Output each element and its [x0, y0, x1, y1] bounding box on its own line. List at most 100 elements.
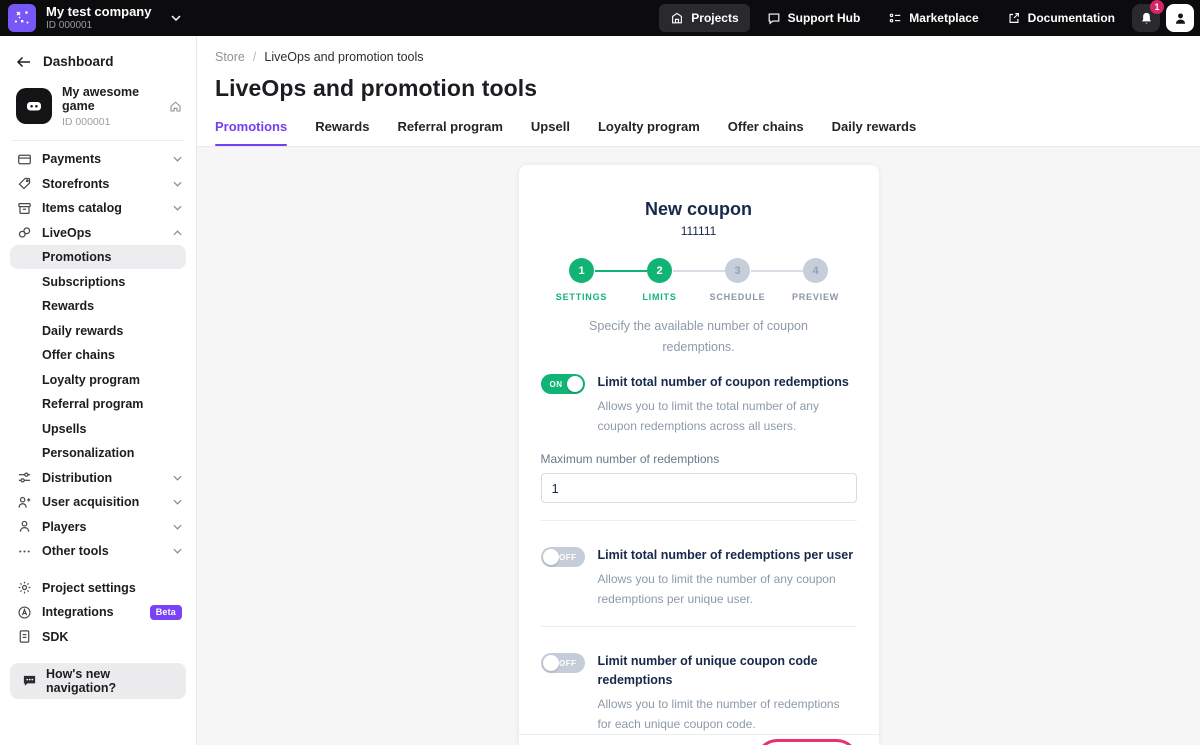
chevron-down-icon	[173, 499, 182, 505]
sidebar-item-integrations[interactable]: Integrations Beta	[0, 600, 196, 625]
sidebar-subitem-label: Promotions	[42, 250, 111, 264]
step-label: LIMITS	[642, 292, 676, 302]
chevron-down-icon	[173, 548, 182, 554]
section-divider	[541, 520, 857, 521]
ellipsis-icon	[16, 544, 32, 559]
tab-offer-chains[interactable]: Offer chains	[728, 119, 804, 146]
sidebar-item-label: Storefronts	[42, 177, 163, 191]
sidebar-item-label: User acquisition	[42, 495, 163, 509]
sidebar-item-label: LiveOps	[42, 226, 163, 240]
breadcrumb: Store / LiveOps and promotion tools	[215, 50, 1200, 64]
project-card[interactable]: My awesome game ID 000001	[0, 79, 196, 138]
tab-loyalty-program[interactable]: Loyalty program	[598, 119, 700, 146]
breadcrumb-store[interactable]: Store	[215, 50, 245, 64]
whats-new-navigation-button[interactable]: How's new navigation?	[10, 663, 186, 699]
sidebar-item-sdk[interactable]: SDK	[0, 624, 196, 649]
topnav-marketplace[interactable]: Marketplace	[877, 4, 989, 32]
step-circle: 2	[647, 258, 672, 283]
storefronts-icon	[16, 176, 32, 191]
wizard-title: New coupon	[541, 199, 857, 220]
max-redemptions-field: Maximum number of redemptions	[541, 452, 857, 503]
sidebar-item-items-catalog[interactable]: Items catalog	[0, 196, 196, 221]
section-divider	[541, 626, 857, 627]
user-icon	[16, 519, 32, 534]
step-settings[interactable]: 1 SETTINGS	[543, 258, 621, 302]
liveops-icon	[16, 225, 32, 240]
tab-upsell[interactable]: Upsell	[531, 119, 570, 146]
step-circle: 1	[569, 258, 594, 283]
account-button[interactable]	[1166, 4, 1194, 32]
chat-bubble-icon	[22, 673, 37, 688]
sidebar-subitem-label: Rewards	[42, 299, 94, 313]
sidebar-item-personalization[interactable]: Personalization	[0, 441, 196, 466]
topnav-label: Support Hub	[788, 11, 861, 25]
company-name: My test company	[46, 5, 151, 19]
items-catalog-icon	[16, 201, 32, 216]
toggle-total-redemptions[interactable]: ON	[541, 374, 585, 394]
step-schedule[interactable]: 3 SCHEDULE	[699, 258, 777, 302]
sidebar-item-offer-chains[interactable]: Offer chains	[0, 343, 196, 368]
toggle-unique-code[interactable]: OFF	[541, 653, 585, 673]
integrations-icon	[16, 605, 32, 620]
chevron-down-icon	[173, 205, 182, 211]
tab-promotions[interactable]: Promotions	[215, 119, 287, 146]
bell-icon	[1139, 11, 1154, 26]
sidebar-item-storefronts[interactable]: Storefronts	[0, 171, 196, 196]
chevron-down-icon	[173, 156, 182, 162]
wizard-footer: DISCARD Back NEXT	[519, 734, 879, 745]
sidebar-item-daily-rewards[interactable]: Daily rewards	[0, 318, 196, 343]
tab-daily-rewards[interactable]: Daily rewards	[832, 119, 917, 146]
topnav-projects[interactable]: Projects	[659, 4, 749, 32]
notifications-button[interactable]: 1	[1132, 4, 1160, 32]
toggle-description: Allows you to limit the number of any co…	[598, 569, 857, 609]
max-redemptions-input[interactable]	[541, 473, 857, 503]
chevron-down-icon	[171, 15, 181, 21]
step-preview[interactable]: 4 PREVIEW	[777, 258, 855, 302]
sidebar-item-user-acquisition[interactable]: User acquisition	[0, 490, 196, 515]
beta-badge: Beta	[150, 605, 182, 620]
sidebar-item-distribution[interactable]: Distribution	[0, 465, 196, 490]
sidebar-item-project-settings[interactable]: Project settings	[0, 575, 196, 600]
user-icon	[1173, 11, 1188, 26]
topnav-label: Projects	[691, 11, 738, 25]
step-label: PREVIEW	[792, 292, 839, 302]
sidebar-item-label: Other tools	[42, 544, 163, 558]
sidebar-item-players[interactable]: Players	[0, 514, 196, 539]
sidebar-item-label: Integrations	[42, 605, 140, 619]
chevron-down-icon	[173, 181, 182, 187]
sidebar-item-upsells[interactable]: Upsells	[0, 416, 196, 441]
company-switcher[interactable]: My test company ID 000001	[8, 4, 181, 32]
sidebar-item-referral-program[interactable]: Referral program	[0, 392, 196, 417]
sidebar-item-rewards[interactable]: Rewards	[0, 294, 196, 319]
sidebar-group-gap	[0, 563, 196, 575]
home-icon[interactable]	[169, 100, 182, 113]
toggle-state-label: ON	[550, 380, 563, 389]
breadcrumb-separator: /	[253, 50, 256, 64]
topnav-support-hub[interactable]: Support Hub	[756, 4, 872, 32]
game-icon	[16, 88, 52, 124]
wizard-stepper: 1 SETTINGS 2 LIMITS 3 SCHEDULE 4	[541, 258, 857, 302]
sidebar-item-liveops[interactable]: LiveOps	[0, 220, 196, 245]
sidebar-item-label: Project settings	[42, 581, 182, 595]
sidebar-item-loyalty-program[interactable]: Loyalty program	[0, 367, 196, 392]
sidebar-back-dashboard[interactable]: Dashboard	[0, 50, 196, 79]
topnav-documentation[interactable]: Documentation	[996, 4, 1126, 32]
sidebar-item-other-tools[interactable]: Other tools	[0, 539, 196, 564]
distribution-icon	[16, 470, 32, 485]
company-logo-icon	[8, 4, 36, 32]
toggle-label: Limit total number of coupon redemptions	[598, 373, 857, 392]
sidebar-subitem-label: Subscriptions	[42, 275, 125, 289]
main-area: Store / LiveOps and promotion tools Live…	[197, 36, 1200, 745]
step-label: SETTINGS	[556, 292, 607, 302]
sidebar-item-subscriptions[interactable]: Subscriptions	[0, 269, 196, 294]
step-limits[interactable]: 2 LIMITS	[621, 258, 699, 302]
toggle-per-user[interactable]: OFF	[541, 547, 585, 567]
tab-rewards[interactable]: Rewards	[315, 119, 369, 146]
toggle-row-unique-code: OFF Limit number of unique coupon code r…	[541, 652, 857, 734]
company-id: ID 000001	[46, 20, 151, 31]
tab-referral-program[interactable]: Referral program	[397, 119, 502, 146]
sidebar-item-payments[interactable]: Payments	[0, 147, 196, 172]
external-link-icon	[1007, 11, 1021, 25]
sidebar-item-promotions[interactable]: Promotions	[10, 245, 186, 270]
wizard-coupon-code: 111111	[541, 224, 857, 238]
